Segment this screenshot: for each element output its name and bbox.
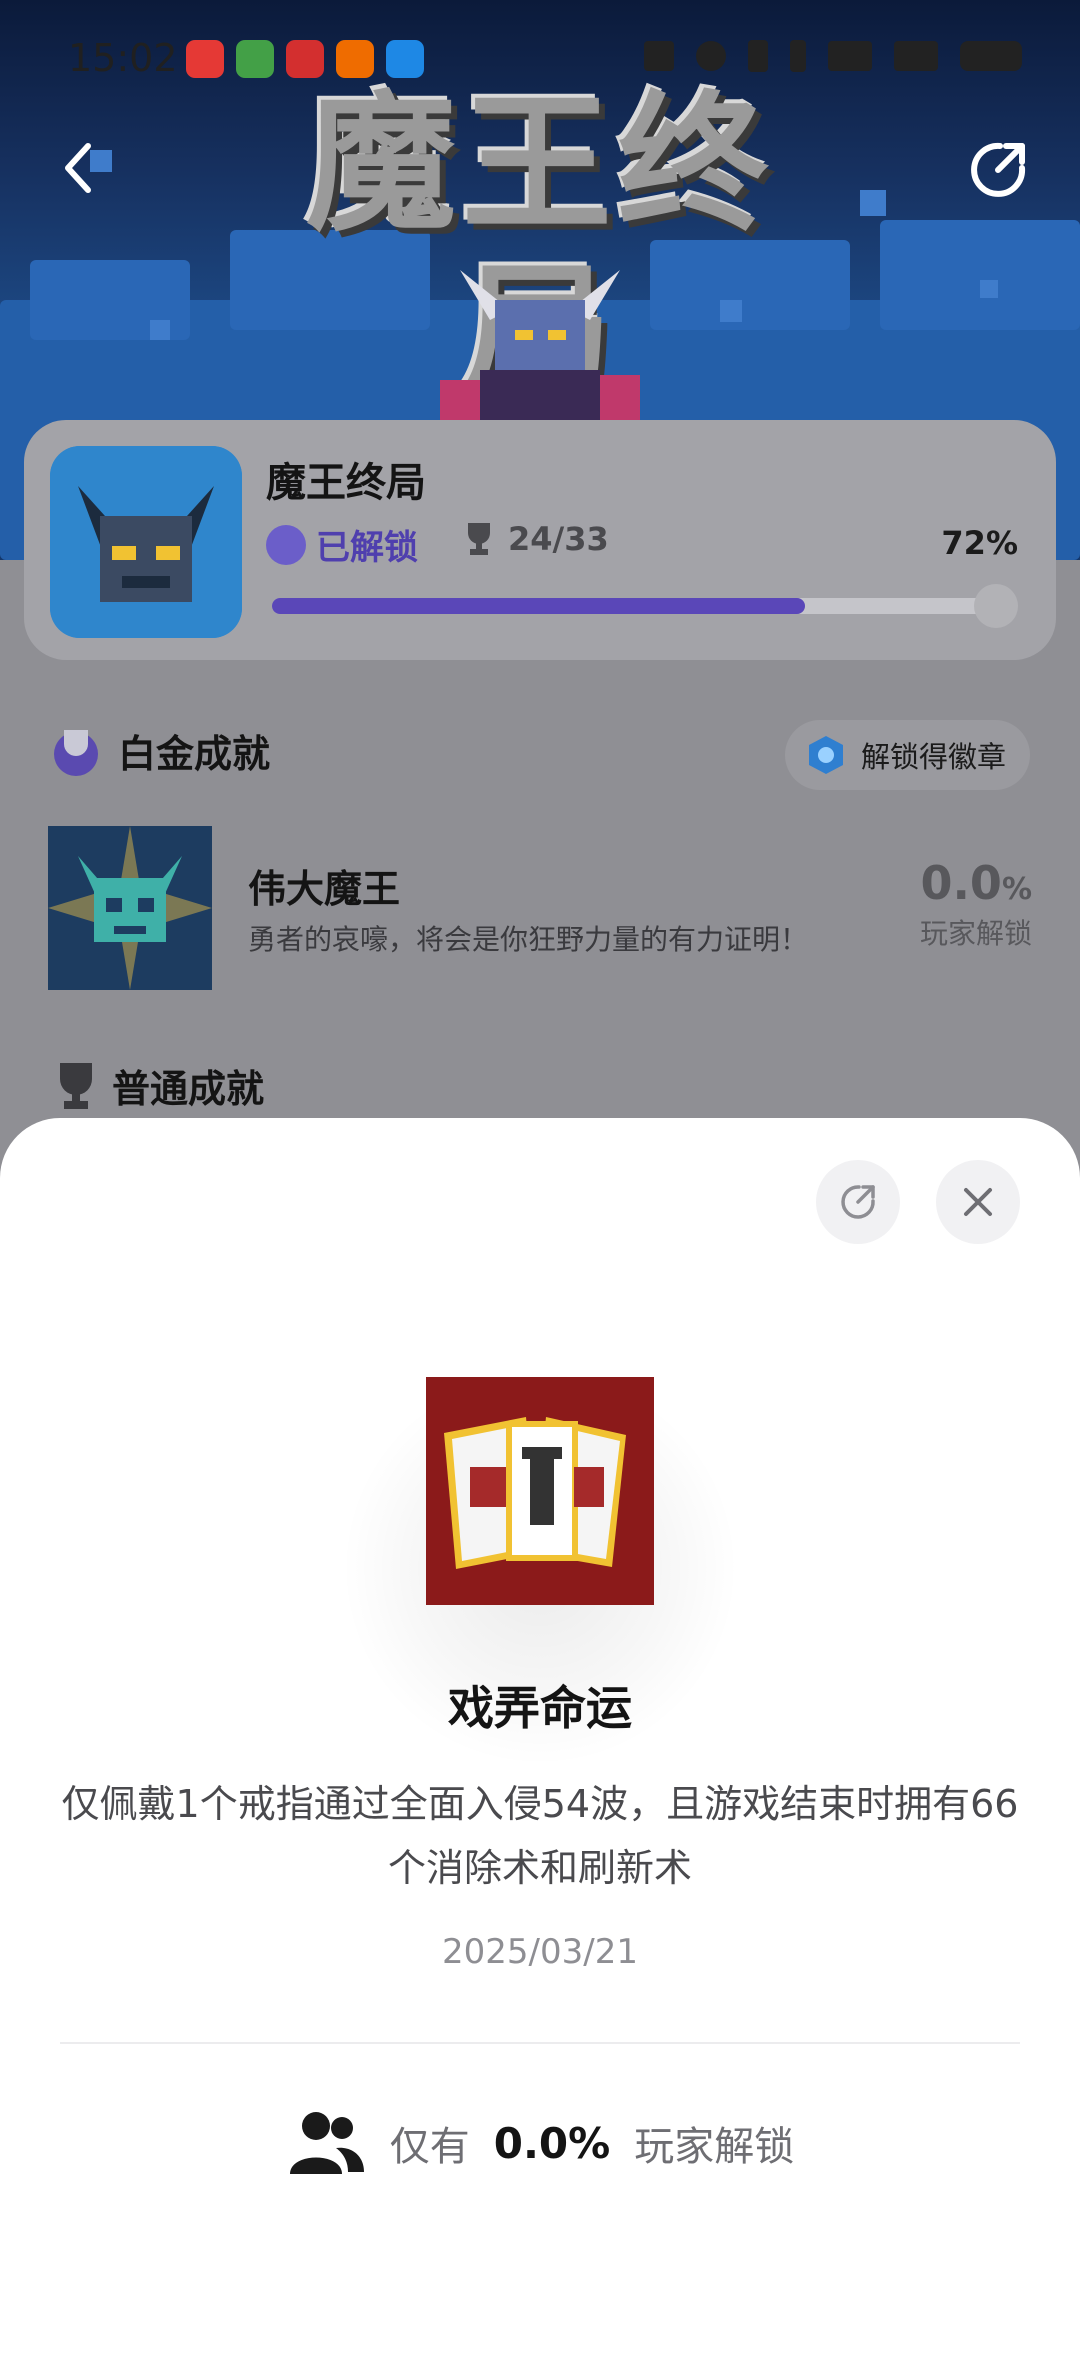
normal-section-title: 普通成就 (112, 1067, 265, 1111)
status-app-icons (186, 40, 424, 78)
badge-icon (808, 736, 843, 774)
demon-character-art (440, 270, 640, 420)
unlock-stat: 仅有 0.0% 玩家解锁 (0, 2108, 1080, 2178)
normal-section-header: 普通成就 (54, 1058, 264, 1113)
share-icon[interactable] (966, 138, 1030, 202)
stat-value: 0.0% (493, 2118, 611, 2168)
share-icon (841, 1185, 875, 1219)
achievement-description: 仅佩戴1个戒指通过全面入侵54波，且游戏结束时拥有66个消除术和刷新术 (61, 1782, 1019, 1890)
game-summary-card[interactable]: 魔王终局 已解锁 24/33 72% (24, 420, 1056, 660)
vibrate-icon (748, 40, 768, 72)
platinum-badge-icon (266, 524, 306, 565)
maps-icon (386, 40, 424, 78)
trophy-count-label: 24/33 (508, 520, 609, 558)
sheet-close-button[interactable] (936, 1160, 1020, 1244)
game-name: 魔王终局 (266, 460, 426, 506)
battery-icon (960, 41, 1022, 71)
achievement-date: 2025/03/21 (442, 1932, 638, 1972)
stat-prefix: 仅有 (389, 2124, 470, 2170)
users-icon (289, 2112, 364, 2174)
unlocked-status: 已解锁 (266, 520, 418, 569)
status-time: 15:02 (68, 36, 178, 80)
trophy-icon (60, 1062, 92, 1109)
platinum-achievement-description: 勇者的哀嚎，将会是你狂野力量的有力证明！ (248, 923, 809, 956)
unlock-badge-button[interactable]: 解锁得徽章 (784, 720, 1030, 790)
achievement-detail-sheet: 戏弄命运 仅佩戴1个戒指通过全面入侵54波，且游戏结束时拥有66个消除术和刷新术… (0, 1118, 1080, 2376)
stat-suffix: 玩家解锁 (634, 2124, 795, 2170)
alarm-icon (696, 41, 726, 71)
game-icon (50, 446, 242, 638)
progress-end-trophy-icon (974, 584, 1018, 628)
bank-icon (286, 40, 324, 78)
sheet-divider (60, 2042, 1020, 2044)
nfc-icon (644, 41, 674, 71)
platinum-rate-value: 0.0 (920, 856, 1002, 910)
progress-percent: 72% (941, 524, 1018, 562)
signal-icon-1 (828, 41, 872, 71)
close-icon (964, 1188, 992, 1216)
unlocked-label: 已解锁 (316, 528, 418, 568)
platinum-trophy-icon (54, 730, 98, 776)
status-indicators (644, 40, 1022, 72)
trophy-count: 24/33 (464, 520, 609, 558)
sheet-share-button[interactable] (816, 1160, 900, 1244)
platinum-unlock-rate: 0.0% 玩家解锁 (920, 856, 1032, 952)
back-arrow-icon[interactable] (50, 138, 110, 198)
platinum-section-title: 白金成就 (118, 731, 271, 776)
unlock-badge-label: 解锁得徽章 (860, 740, 1006, 774)
signal-icon-2 (894, 41, 938, 71)
platinum-achievement-image (48, 826, 212, 990)
progress-bar (272, 584, 1018, 628)
messages-icon (236, 40, 274, 78)
platinum-rate-unit: % (1001, 872, 1032, 907)
platinum-achievement-title: 伟大魔王 (248, 867, 401, 911)
trophy-icon (468, 523, 490, 555)
achievement-title: 戏弄命运 (448, 1681, 632, 1735)
platinum-rate-label: 玩家解锁 (919, 917, 1032, 950)
platinum-achievement-row[interactable]: 伟大魔王 勇者的哀嚎，将会是你狂野力量的有力证明！ 0.0% 玩家解锁 (48, 826, 1032, 990)
status-bar: 15:02 (0, 0, 1080, 120)
progress-fill (272, 598, 805, 614)
xiaohongshu-icon (186, 40, 224, 78)
bluetooth-icon (790, 40, 806, 72)
achievement-cards-art (426, 1377, 654, 1605)
platinum-section-header: 白金成就 (48, 722, 270, 778)
taobao-icon (336, 40, 374, 78)
